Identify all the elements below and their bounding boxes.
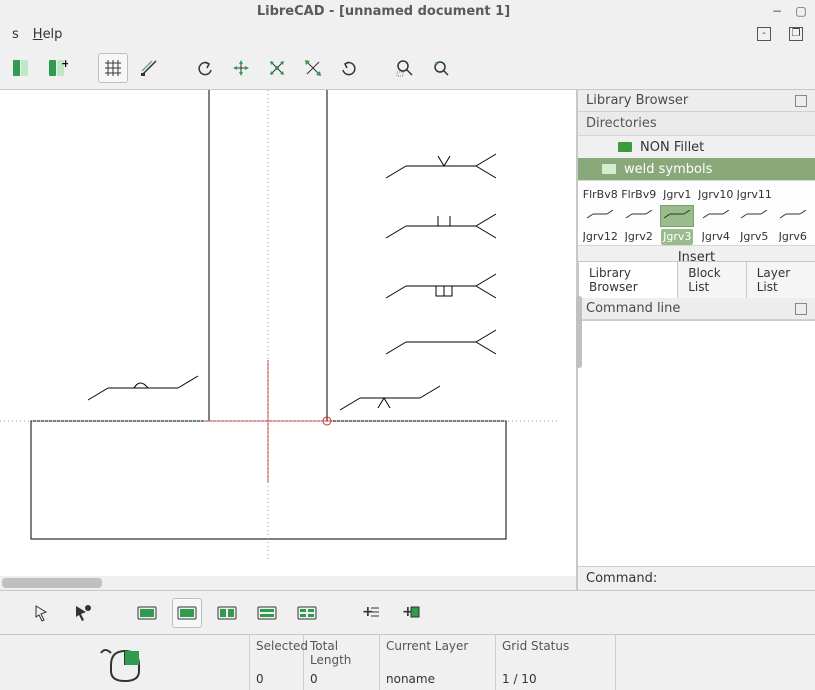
zoom-pan-button[interactable] — [426, 53, 456, 83]
thumb-label: Jgrv6 — [779, 229, 807, 245]
snap-middle-button[interactable] — [68, 598, 98, 628]
add-layer-button[interactable]: + — [356, 598, 386, 628]
thumb-label: Jgrv2 — [625, 229, 653, 245]
title-bar: LibreCAD - [unnamed document 1] − ▢ — [0, 0, 815, 22]
redo-button[interactable] — [334, 53, 364, 83]
window-maximize-button[interactable]: ▢ — [793, 4, 809, 18]
thumb-label: Jgrv5 — [740, 229, 768, 245]
commandline-panel-title: Command line — [578, 298, 815, 320]
thumb-label: Jgrv10 — [698, 187, 733, 203]
new-file-button[interactable] — [6, 53, 36, 83]
svg-text:+: + — [61, 57, 68, 70]
right-panel: Library Browser Directories NON Fillet w… — [577, 90, 815, 590]
command-output[interactable] — [578, 320, 815, 566]
bottom-toolbar: + + — [0, 590, 815, 634]
status-layer-header: Current Layer — [386, 639, 489, 653]
panel-undock-icon[interactable] — [795, 95, 807, 107]
thumb-jgrv10[interactable] — [699, 205, 733, 227]
thumb-label: FlrBv9 — [621, 187, 656, 203]
thumb-jgrv11[interactable] — [737, 205, 771, 227]
folder-icon — [618, 142, 632, 152]
status-bar: Selected 0 Total Length 0 Current Layer … — [0, 634, 815, 690]
view-mode-1-button[interactable] — [132, 598, 162, 628]
folder-label: weld symbols — [624, 162, 712, 177]
status-grid-value: 1 / 10 — [502, 672, 609, 686]
status-total-length: Total Length 0 — [304, 635, 380, 690]
status-length-value: 0 — [310, 672, 373, 686]
mdi-minimize-button[interactable]: - — [757, 27, 771, 41]
library-panel-title: Library Browser — [578, 90, 815, 112]
menu-help[interactable]: Help — [33, 27, 63, 42]
canvas-hscroll-thumb[interactable] — [2, 578, 102, 588]
view-mode-2-button[interactable] — [172, 598, 202, 628]
canvas-svg — [0, 90, 577, 560]
folder-non-fillet[interactable]: NON Fillet — [578, 136, 815, 158]
library-thumbnails: FlrBv8 FlrBv9 Jgrv1 Jgrv10 Jgrv11 Jgrv12… — [578, 180, 815, 246]
view-mode-4-button[interactable] — [252, 598, 282, 628]
command-input-label: Command: — [578, 566, 815, 590]
view-mode-5-button[interactable] — [292, 598, 322, 628]
grid-toggle-button[interactable] — [98, 53, 128, 83]
draft-mode-button[interactable] — [134, 53, 164, 83]
view-mode-3-button[interactable] — [212, 598, 242, 628]
snap-intersection-button[interactable] — [226, 53, 256, 83]
commandline-title-text: Command line — [586, 301, 680, 316]
folder-label: NON Fillet — [640, 140, 704, 155]
mouse-hint-widget — [0, 635, 250, 690]
folder-open-icon — [602, 164, 616, 174]
status-selected: Selected 0 — [250, 635, 304, 690]
status-current-layer: Current Layer noname — [380, 635, 496, 690]
thumb-flrbv9[interactable] — [622, 205, 656, 227]
thumb-flrbv8[interactable] — [583, 205, 617, 227]
library-panel-title-text: Library Browser — [586, 93, 688, 108]
window-title: LibreCAD - [unnamed document 1] — [6, 4, 761, 19]
tab-block-list[interactable]: Block List — [677, 261, 746, 298]
tab-library-browser[interactable]: Library Browser — [578, 261, 678, 298]
right-panel-tabs: Library Browser Block List Layer List — [578, 270, 815, 298]
thumb-label: Jgrv12 — [583, 229, 618, 245]
menu-unknown[interactable]: s — [12, 27, 19, 42]
undo-button[interactable] — [190, 53, 220, 83]
canvas-vscroll-thumb[interactable] — [576, 296, 582, 368]
menu-bar: s Help - ❐ — [0, 22, 815, 46]
snap-endpoint-button[interactable] — [298, 53, 328, 83]
add-block-button[interactable]: + — [396, 598, 426, 628]
thumb-jgrv3[interactable] — [660, 205, 694, 227]
mdi-restore-button[interactable]: ❐ — [789, 27, 803, 41]
thumb-label: FlrBv8 — [583, 187, 618, 203]
status-selected-value: 0 — [256, 672, 297, 686]
snap-center-button[interactable] — [262, 53, 292, 83]
folder-weld-symbols[interactable]: weld symbols — [578, 158, 815, 180]
thumb-label: Jgrv1 — [663, 187, 691, 203]
status-selected-header: Selected — [256, 639, 297, 653]
status-length-header: Total Length — [310, 639, 373, 667]
snap-free-button[interactable] — [28, 598, 58, 628]
new-from-template-button[interactable]: + — [42, 53, 72, 83]
drawing-canvas[interactable] — [0, 90, 577, 590]
thumb-label: Jgrv11 — [737, 187, 772, 203]
status-grid-header: Grid Status — [502, 639, 609, 653]
main-area: Library Browser Directories NON Fillet w… — [0, 90, 815, 590]
thumb-label: Jgrv3 — [661, 229, 693, 245]
top-toolbar: + — [0, 46, 815, 90]
status-grid: Grid Status 1 / 10 — [496, 635, 616, 690]
status-layer-value: noname — [386, 672, 489, 686]
panel-undock-icon[interactable] — [795, 303, 807, 315]
thumb-label: Jgrv4 — [702, 229, 730, 245]
thumb-empty[interactable] — [776, 205, 810, 227]
tab-layer-list[interactable]: Layer List — [746, 261, 815, 298]
canvas-hscroll-track[interactable] — [0, 576, 576, 590]
directories-header: Directories — [578, 112, 815, 136]
zoom-window-button[interactable] — [390, 53, 420, 83]
window-minimize-button[interactable]: − — [769, 4, 785, 18]
